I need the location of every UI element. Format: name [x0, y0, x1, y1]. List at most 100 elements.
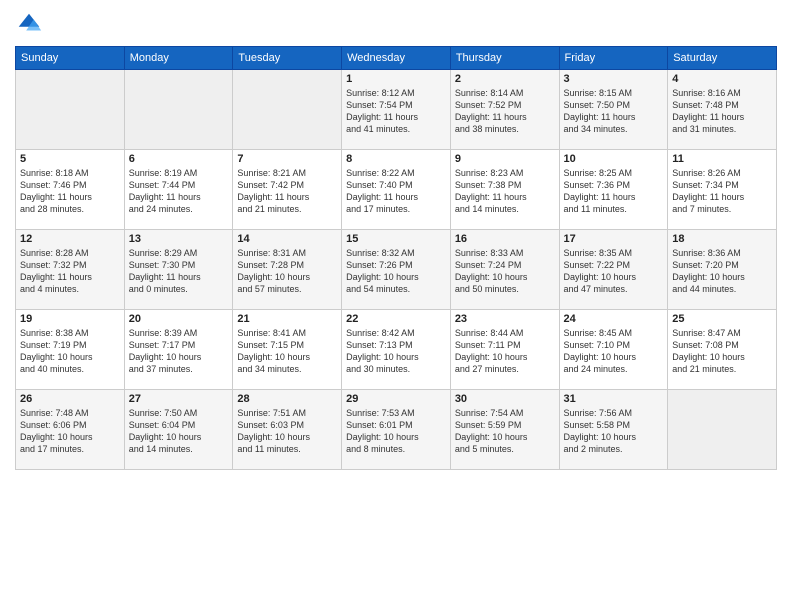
- calendar-cell: 22 Sunrise: 8:42 AM Sunset: 7:13 PM Dayli…: [342, 310, 451, 390]
- logo-icon: [15, 10, 43, 38]
- calendar-cell: 19 Sunrise: 8:38 AM Sunset: 7:19 PM Dayli…: [16, 310, 125, 390]
- calendar-cell: 5 Sunrise: 8:18 AM Sunset: 7:46 PM Daylig…: [16, 150, 125, 230]
- day-info: Sunrise: 8:45 AM Sunset: 7:10 PM Dayligh…: [564, 327, 664, 376]
- day-number: 15: [346, 233, 446, 245]
- page: SundayMondayTuesdayWednesdayThursdayFrid…: [0, 0, 792, 612]
- calendar-cell: 15Sunrise: 8:32 AM Sunset: 7:26 PM Dayli…: [342, 230, 451, 310]
- calendar-header-wednesday: Wednesday: [342, 47, 451, 70]
- day-info: Sunrise: 8:15 AM Sunset: 7:50 PM Dayligh…: [564, 87, 664, 136]
- day-number: 3: [564, 73, 664, 85]
- day-number: 31: [564, 393, 664, 405]
- day-number: 5: [20, 153, 120, 165]
- calendar-cell: 9 Sunrise: 8:23 AM Sunset: 7:38 PM Daylig…: [450, 150, 559, 230]
- calendar-cell: 1 Sunrise: 8:12 AM Sunset: 7:54 PM Daylig…: [342, 70, 451, 150]
- calendar-cell: 28 Sunrise: 7:51 AM Sunset: 6:03 PM Dayli…: [233, 390, 342, 470]
- calendar-cell: [16, 70, 125, 150]
- day-info: Sunrise: 8:26 AM Sunset: 7:34 PM Dayligh…: [672, 167, 772, 216]
- day-number: 1: [346, 73, 446, 85]
- day-info: Sunrise: 8:23 AM Sunset: 7:38 PM Dayligh…: [455, 167, 555, 216]
- calendar-cell: 4 Sunrise: 8:16 AM Sunset: 7:48 PM Daylig…: [668, 70, 777, 150]
- day-info: Sunrise: 8:19 AM Sunset: 7:44 PM Dayligh…: [129, 167, 229, 216]
- day-number: 13: [129, 233, 229, 245]
- calendar-cell: 3 Sunrise: 8:15 AM Sunset: 7:50 PM Daylig…: [559, 70, 668, 150]
- day-info: Sunrise: 7:51 AM Sunset: 6:03 PM Dayligh…: [237, 407, 337, 456]
- calendar-cell: 20 Sunrise: 8:39 AM Sunset: 7:17 PM Dayli…: [124, 310, 233, 390]
- day-number: 18: [672, 233, 772, 245]
- calendar-week-4: 19 Sunrise: 8:38 AM Sunset: 7:19 PM Dayli…: [16, 310, 777, 390]
- day-number: 2: [455, 73, 555, 85]
- day-number: 25: [672, 313, 772, 325]
- calendar-header-tuesday: Tuesday: [233, 47, 342, 70]
- day-info: Sunrise: 7:50 AM Sunset: 6:04 PM Dayligh…: [129, 407, 229, 456]
- calendar-week-3: 12 Sunrise: 8:28 AM Sunset: 7:32 PM Dayli…: [16, 230, 777, 310]
- day-number: 14: [237, 233, 337, 245]
- calendar-header-row: SundayMondayTuesdayWednesdayThursdayFrid…: [16, 47, 777, 70]
- day-info: Sunrise: 8:33 AM Sunset: 7:24 PM Dayligh…: [455, 247, 555, 296]
- calendar-cell: [668, 390, 777, 470]
- calendar-cell: 21Sunrise: 8:41 AM Sunset: 7:15 PM Dayli…: [233, 310, 342, 390]
- calendar-cell: 27Sunrise: 7:50 AM Sunset: 6:04 PM Dayli…: [124, 390, 233, 470]
- calendar-cell: 25Sunrise: 8:47 AM Sunset: 7:08 PM Dayli…: [668, 310, 777, 390]
- calendar-header-friday: Friday: [559, 47, 668, 70]
- day-info: Sunrise: 8:12 AM Sunset: 7:54 PM Dayligh…: [346, 87, 446, 136]
- calendar-cell: 29 Sunrise: 7:53 AM Sunset: 6:01 PM Dayli…: [342, 390, 451, 470]
- calendar-header-sunday: Sunday: [16, 47, 125, 70]
- day-number: 9: [455, 153, 555, 165]
- calendar-cell: 30 Sunrise: 7:54 AM Sunset: 5:59 PM Dayli…: [450, 390, 559, 470]
- day-info: Sunrise: 8:35 AM Sunset: 7:22 PM Dayligh…: [564, 247, 664, 296]
- day-number: 30: [455, 393, 555, 405]
- calendar-week-2: 5 Sunrise: 8:18 AM Sunset: 7:46 PM Daylig…: [16, 150, 777, 230]
- day-number: 23: [455, 313, 555, 325]
- day-number: 26: [20, 393, 120, 405]
- day-info: Sunrise: 8:16 AM Sunset: 7:48 PM Dayligh…: [672, 87, 772, 136]
- day-number: 4: [672, 73, 772, 85]
- day-info: Sunrise: 8:18 AM Sunset: 7:46 PM Dayligh…: [20, 167, 120, 216]
- day-number: 12: [20, 233, 120, 245]
- calendar-header-monday: Monday: [124, 47, 233, 70]
- calendar-cell: 23 Sunrise: 8:44 AM Sunset: 7:11 PM Dayli…: [450, 310, 559, 390]
- calendar-cell: 13 Sunrise: 8:29 AM Sunset: 7:30 PM Dayli…: [124, 230, 233, 310]
- calendar-cell: 24Sunrise: 8:45 AM Sunset: 7:10 PM Dayli…: [559, 310, 668, 390]
- calendar-cell: 14Sunrise: 8:31 AM Sunset: 7:28 PM Dayli…: [233, 230, 342, 310]
- calendar-cell: 8 Sunrise: 8:22 AM Sunset: 7:40 PM Daylig…: [342, 150, 451, 230]
- calendar-cell: 18 Sunrise: 8:36 AM Sunset: 7:20 PM Dayli…: [668, 230, 777, 310]
- calendar-cell: 10Sunrise: 8:25 AM Sunset: 7:36 PM Dayli…: [559, 150, 668, 230]
- calendar-cell: 31 Sunrise: 7:56 AM Sunset: 5:58 PM Dayli…: [559, 390, 668, 470]
- day-info: Sunrise: 8:39 AM Sunset: 7:17 PM Dayligh…: [129, 327, 229, 376]
- day-info: Sunrise: 8:42 AM Sunset: 7:13 PM Dayligh…: [346, 327, 446, 376]
- calendar-cell: 7Sunrise: 8:21 AM Sunset: 7:42 PM Daylig…: [233, 150, 342, 230]
- calendar-cell: 17Sunrise: 8:35 AM Sunset: 7:22 PM Dayli…: [559, 230, 668, 310]
- calendar-week-5: 26 Sunrise: 7:48 AM Sunset: 6:06 PM Dayli…: [16, 390, 777, 470]
- day-number: 16: [455, 233, 555, 245]
- day-number: 11: [672, 153, 772, 165]
- day-number: 10: [564, 153, 664, 165]
- day-info: Sunrise: 7:48 AM Sunset: 6:06 PM Dayligh…: [20, 407, 120, 456]
- day-info: Sunrise: 8:29 AM Sunset: 7:30 PM Dayligh…: [129, 247, 229, 296]
- calendar-week-1: 1 Sunrise: 8:12 AM Sunset: 7:54 PM Daylig…: [16, 70, 777, 150]
- day-number: 22: [346, 313, 446, 325]
- calendar-cell: 12 Sunrise: 8:28 AM Sunset: 7:32 PM Dayli…: [16, 230, 125, 310]
- day-number: 19: [20, 313, 120, 325]
- header: [15, 10, 777, 38]
- calendar-cell: [233, 70, 342, 150]
- day-info: Sunrise: 7:56 AM Sunset: 5:58 PM Dayligh…: [564, 407, 664, 456]
- day-info: Sunrise: 8:28 AM Sunset: 7:32 PM Dayligh…: [20, 247, 120, 296]
- calendar-header-thursday: Thursday: [450, 47, 559, 70]
- day-number: 29: [346, 393, 446, 405]
- day-info: Sunrise: 8:38 AM Sunset: 7:19 PM Dayligh…: [20, 327, 120, 376]
- day-info: Sunrise: 7:54 AM Sunset: 5:59 PM Dayligh…: [455, 407, 555, 456]
- day-info: Sunrise: 8:44 AM Sunset: 7:11 PM Dayligh…: [455, 327, 555, 376]
- day-info: Sunrise: 8:36 AM Sunset: 7:20 PM Dayligh…: [672, 247, 772, 296]
- day-info: Sunrise: 7:53 AM Sunset: 6:01 PM Dayligh…: [346, 407, 446, 456]
- day-number: 7: [237, 153, 337, 165]
- calendar-cell: 26 Sunrise: 7:48 AM Sunset: 6:06 PM Dayli…: [16, 390, 125, 470]
- day-number: 20: [129, 313, 229, 325]
- calendar-cell: 11 Sunrise: 8:26 AM Sunset: 7:34 PM Dayli…: [668, 150, 777, 230]
- day-number: 28: [237, 393, 337, 405]
- day-number: 21: [237, 313, 337, 325]
- calendar-cell: 6 Sunrise: 8:19 AM Sunset: 7:44 PM Daylig…: [124, 150, 233, 230]
- day-info: Sunrise: 8:22 AM Sunset: 7:40 PM Dayligh…: [346, 167, 446, 216]
- day-number: 8: [346, 153, 446, 165]
- day-info: Sunrise: 8:14 AM Sunset: 7:52 PM Dayligh…: [455, 87, 555, 136]
- day-number: 6: [129, 153, 229, 165]
